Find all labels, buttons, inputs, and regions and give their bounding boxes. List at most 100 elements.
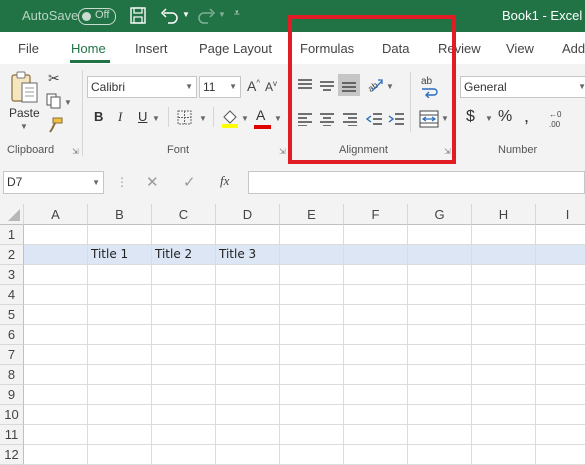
cell-a12[interactable] xyxy=(24,445,88,465)
cell-c6[interactable] xyxy=(152,325,216,345)
cell-h10[interactable] xyxy=(472,405,536,425)
cell-d8[interactable] xyxy=(216,365,280,385)
percent-button[interactable]: % xyxy=(498,108,512,126)
paste-button[interactable]: Paste xyxy=(9,106,40,120)
cell-a3[interactable] xyxy=(24,265,88,285)
cell-e12[interactable] xyxy=(280,445,344,465)
row-header-5[interactable]: 5 xyxy=(0,305,24,325)
undo-dropdown-icon[interactable]: ▼ xyxy=(182,10,190,19)
tab-home[interactable]: Home xyxy=(71,41,106,56)
tab-add[interactable]: Add xyxy=(562,41,585,56)
cell-c3[interactable] xyxy=(152,265,216,285)
cell-e6[interactable] xyxy=(280,325,344,345)
cell-i8[interactable] xyxy=(536,365,585,385)
more-options-icon[interactable]: ⋮ xyxy=(116,175,128,189)
cell-i4[interactable] xyxy=(536,285,585,305)
cell-f2[interactable] xyxy=(344,245,408,265)
copy-icon[interactable] xyxy=(46,93,62,109)
borders-icon[interactable] xyxy=(177,110,192,125)
cell-c7[interactable] xyxy=(152,345,216,365)
cell-e11[interactable] xyxy=(280,425,344,445)
tab-file[interactable]: File xyxy=(18,41,39,56)
cell-e10[interactable] xyxy=(280,405,344,425)
cell-h8[interactable] xyxy=(472,365,536,385)
cell-g1[interactable] xyxy=(408,225,472,245)
row-header-1[interactable]: 1 xyxy=(0,225,24,245)
copy-dropdown-icon[interactable]: ▼ xyxy=(64,98,72,107)
cell-g8[interactable] xyxy=(408,365,472,385)
fill-color-dropdown-icon[interactable]: ▼ xyxy=(241,114,249,123)
cell-i2[interactable] xyxy=(536,245,585,265)
cell-a5[interactable] xyxy=(24,305,88,325)
cell-f12[interactable] xyxy=(344,445,408,465)
cell-c8[interactable] xyxy=(152,365,216,385)
borders-dropdown-icon[interactable]: ▼ xyxy=(199,114,207,123)
cell-f9[interactable] xyxy=(344,385,408,405)
cell-i10[interactable] xyxy=(536,405,585,425)
number-format-box[interactable]: General ▼ xyxy=(460,76,585,98)
cell-f1[interactable] xyxy=(344,225,408,245)
tab-view[interactable]: View xyxy=(506,41,534,56)
cell-d1[interactable] xyxy=(216,225,280,245)
cell-h9[interactable] xyxy=(472,385,536,405)
cell-a7[interactable] xyxy=(24,345,88,365)
cell-b10[interactable] xyxy=(88,405,152,425)
cell-b9[interactable] xyxy=(88,385,152,405)
customize-qat-icon[interactable]: ⩡ xyxy=(234,8,240,19)
increase-font-size-button[interactable]: A^ xyxy=(247,78,260,94)
cell-c11[interactable] xyxy=(152,425,216,445)
column-header-i[interactable]: I xyxy=(536,204,585,225)
row-header-9[interactable]: 9 xyxy=(0,385,24,405)
currency-button[interactable]: $ xyxy=(466,108,475,126)
cell-f3[interactable] xyxy=(344,265,408,285)
cell-b12[interactable] xyxy=(88,445,152,465)
cell-f11[interactable] xyxy=(344,425,408,445)
cell-b4[interactable] xyxy=(88,285,152,305)
column-header-a[interactable]: A xyxy=(24,204,88,225)
paste-icon[interactable] xyxy=(10,70,40,106)
enter-icon[interactable]: ✓ xyxy=(183,173,196,191)
insert-function-button[interactable]: fx xyxy=(220,173,229,189)
cell-b11[interactable] xyxy=(88,425,152,445)
row-header-6[interactable]: 6 xyxy=(0,325,24,345)
cut-icon[interactable]: ✂ xyxy=(48,70,60,87)
cell-e8[interactable] xyxy=(280,365,344,385)
cell-g2[interactable] xyxy=(408,245,472,265)
cell-b1[interactable] xyxy=(88,225,152,245)
cell-b6[interactable] xyxy=(88,325,152,345)
cell-i11[interactable] xyxy=(536,425,585,445)
italic-button[interactable]: I xyxy=(118,109,122,125)
cell-f4[interactable] xyxy=(344,285,408,305)
paste-dropdown-icon[interactable]: ▼ xyxy=(20,122,28,131)
cell-f5[interactable] xyxy=(344,305,408,325)
cell-h7[interactable] xyxy=(472,345,536,365)
cell-i7[interactable] xyxy=(536,345,585,365)
cell-g6[interactable] xyxy=(408,325,472,345)
cell-a9[interactable] xyxy=(24,385,88,405)
cell-e3[interactable] xyxy=(280,265,344,285)
cell-d9[interactable] xyxy=(216,385,280,405)
cell-i12[interactable] xyxy=(536,445,585,465)
cell-b5[interactable] xyxy=(88,305,152,325)
cell-h2[interactable] xyxy=(472,245,536,265)
cell-h6[interactable] xyxy=(472,325,536,345)
save-icon[interactable] xyxy=(130,7,146,24)
cell-g3[interactable] xyxy=(408,265,472,285)
column-header-b[interactable]: B xyxy=(88,204,152,225)
row-header-8[interactable]: 8 xyxy=(0,365,24,385)
cell-c12[interactable] xyxy=(152,445,216,465)
tab-insert[interactable]: Insert xyxy=(135,41,168,56)
cell-g7[interactable] xyxy=(408,345,472,365)
cell-a11[interactable] xyxy=(24,425,88,445)
formula-input[interactable] xyxy=(248,171,585,194)
column-header-g[interactable]: G xyxy=(408,204,472,225)
cell-e9[interactable] xyxy=(280,385,344,405)
cell-d11[interactable] xyxy=(216,425,280,445)
tab-page-layout[interactable]: Page Layout xyxy=(199,41,272,56)
column-header-e[interactable]: E xyxy=(280,204,344,225)
cell-h5[interactable] xyxy=(472,305,536,325)
cell-c1[interactable] xyxy=(152,225,216,245)
name-box[interactable]: D7 ▼ xyxy=(3,171,104,194)
cell-h3[interactable] xyxy=(472,265,536,285)
cell-d10[interactable] xyxy=(216,405,280,425)
